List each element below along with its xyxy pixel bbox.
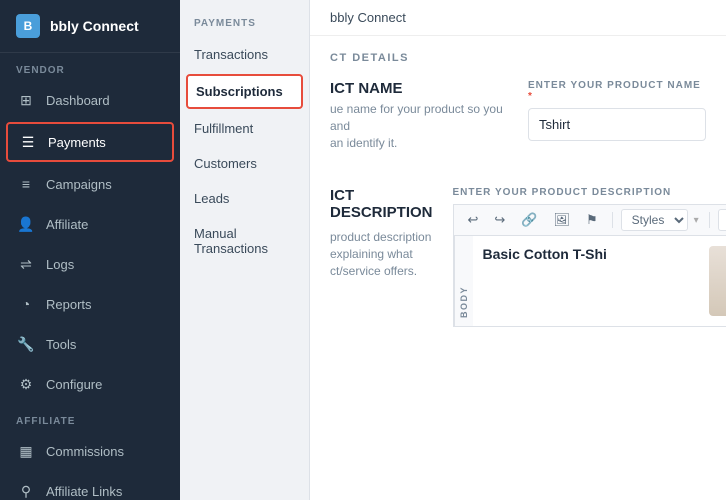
image-button[interactable]: 🖼 — [548, 209, 577, 231]
affiliate-links-icon: ⚲ — [16, 481, 36, 500]
editor-image — [709, 246, 726, 316]
sidebar-item-affiliate[interactable]: 👤 Affiliate — [0, 204, 180, 244]
sidebar-item-label: Logs — [46, 257, 74, 272]
logs-icon: ⇌ — [16, 254, 36, 274]
sidebar-item-reports[interactable]: ◔ Reports — [0, 284, 180, 324]
reports-icon: ◔ — [16, 294, 36, 314]
dashboard-icon: ⊞ — [16, 90, 36, 110]
editor-body[interactable]: BODY Basic Cotton T-Shi — [453, 235, 726, 327]
name-desc: ue name for your product so you and an i… — [330, 101, 508, 151]
tools-icon: 🔧 — [16, 334, 36, 354]
editor-content-title: Basic Cotton T-Shi — [483, 246, 726, 262]
sidebar-logo: B bbly Connect — [0, 0, 180, 53]
logo-text: bbly Connect — [50, 18, 139, 34]
required-indicator: * — [528, 91, 533, 102]
sidebar-item-label: Payments — [48, 135, 106, 150]
sidebar-item-configure[interactable]: ⚙ Configure — [0, 364, 180, 404]
sidebar-item-label: Tools — [46, 337, 76, 352]
affiliate-section-label: AFFILIATE — [0, 404, 180, 431]
submenu-item-leads[interactable]: Leads — [180, 181, 309, 216]
name-input-block: ENTER YOUR PRODUCT NAME * — [528, 80, 706, 151]
submenu-item-customers[interactable]: Customers — [180, 146, 309, 181]
sidebar-item-label: Commissions — [46, 444, 124, 459]
sidebar-item-payments[interactable]: ☰ Payments — [6, 122, 174, 162]
desc-sub: product description explaining what ct/s… — [330, 229, 433, 279]
sidebar-item-logs[interactable]: ⇌ Logs — [0, 244, 180, 284]
sidebar-item-label: Campaigns — [46, 177, 112, 192]
sidebar-item-label: Affiliate Links — [46, 484, 122, 499]
submenu-section-label: PAYMENTS — [180, 10, 309, 37]
sidebar-item-dashboard[interactable]: ⊞ Dashboard — [0, 80, 180, 120]
format-select[interactable]: Format — [718, 209, 726, 231]
affiliate-icon: 👤 — [16, 214, 36, 234]
submenu: PAYMENTS Transactions Subscriptions Fulf… — [180, 0, 310, 500]
editor-content[interactable]: Basic Cotton T-Shi — [473, 236, 726, 326]
submenu-item-subscriptions[interactable]: Subscriptions — [186, 74, 303, 109]
logo-icon: B — [16, 14, 40, 38]
sidebar-item-campaigns[interactable]: ≡ Campaigns — [0, 164, 180, 204]
sidebar-item-label: Configure — [46, 377, 102, 392]
editor-body-label: BODY — [454, 236, 473, 326]
name-field-group: ICT NAME ue name for your product so you… — [330, 80, 706, 151]
styles-select[interactable]: Styles — [621, 209, 688, 231]
description-section: ICT DESCRIPTION product description expl… — [310, 187, 726, 349]
submenu-item-transactions[interactable]: Transactions — [180, 37, 309, 72]
undo-button[interactable]: ↩ — [462, 209, 485, 231]
sidebar-item-affiliate-links[interactable]: ⚲ Affiliate Links — [0, 471, 180, 500]
breadcrumb: bbly Connect — [310, 0, 726, 36]
sidebar: B bbly Connect VENDOR ⊞ Dashboard ☰ Paym… — [0, 0, 180, 500]
section-label: CT DETAILS — [330, 52, 706, 64]
main-content: bbly Connect CT DETAILS ICT NAME ue name… — [310, 0, 726, 500]
campaigns-icon: ≡ — [16, 174, 36, 194]
sidebar-item-commissions[interactable]: ▦ Commissions — [0, 431, 180, 471]
payments-icon: ☰ — [18, 132, 38, 152]
desc-title: ICT DESCRIPTION — [330, 187, 433, 221]
flag-button[interactable]: ⚑ — [580, 209, 604, 231]
vendor-section-label: VENDOR — [0, 53, 180, 80]
toolbar-dropdown-arrow: ▾ — [694, 215, 699, 226]
sidebar-item-label: Affiliate — [46, 217, 88, 232]
sidebar-item-label: Dashboard — [46, 93, 110, 108]
editor-image-inner — [709, 246, 726, 316]
product-name-input[interactable] — [528, 108, 706, 141]
toolbar-divider-2 — [709, 212, 710, 228]
commissions-icon: ▦ — [16, 441, 36, 461]
name-title: ICT NAME — [330, 80, 508, 97]
name-field-block: ICT NAME ue name for your product so you… — [330, 80, 508, 151]
editor-toolbar: ↩ ↪ 🔗 🖼 ⚑ Styles ▾ Format — [453, 204, 726, 235]
configure-icon: ⚙ — [16, 374, 36, 394]
link-button[interactable]: 🔗 — [515, 209, 543, 231]
submenu-item-manual-transactions[interactable]: Manual Transactions — [180, 216, 309, 266]
redo-button[interactable]: ↪ — [488, 209, 511, 231]
submenu-item-fulfillment[interactable]: Fulfillment — [180, 111, 309, 146]
sidebar-item-tools[interactable]: 🔧 Tools — [0, 324, 180, 364]
desc-input-label: ENTER YOUR PRODUCT DESCRIPTION — [453, 187, 726, 198]
toolbar-divider — [612, 212, 613, 228]
sidebar-item-label: Reports — [46, 297, 92, 312]
product-details-section: CT DETAILS ICT NAME ue name for your pro… — [310, 36, 726, 187]
name-input-label: ENTER YOUR PRODUCT NAME * — [528, 80, 706, 102]
